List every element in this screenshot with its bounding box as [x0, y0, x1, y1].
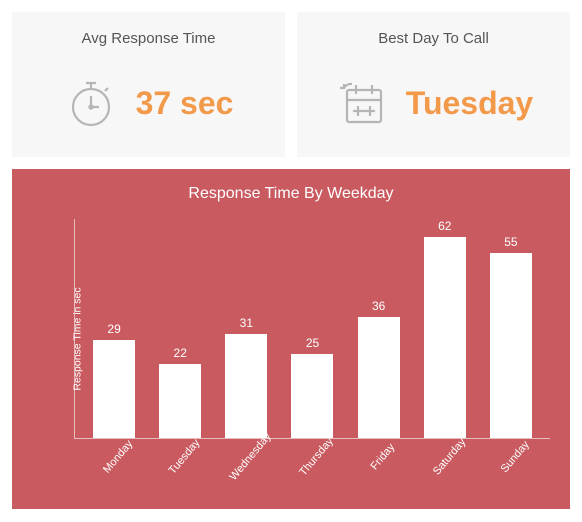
best-day-card: Best Day To Call Tuesday: [297, 12, 570, 157]
best-day-value: Tuesday: [406, 85, 533, 122]
bar-value-label: 31: [240, 316, 253, 330]
chart-bar: 55: [478, 219, 544, 438]
bar-rect: [490, 253, 532, 438]
chart-bar: 62: [412, 219, 478, 438]
bar-rect: [424, 237, 466, 438]
stat-cards-row: Avg Response Time 37 sec Best Day To Cal…: [12, 12, 570, 157]
avg-response-card: Avg Response Time 37 sec: [12, 12, 285, 157]
calendar-refresh-icon: [334, 76, 388, 130]
bar-value-label: 22: [174, 346, 187, 360]
chart-title: Response Time By Weekday: [12, 169, 570, 209]
bar-rect: [225, 334, 267, 438]
avg-response-title: Avg Response Time: [82, 30, 216, 47]
bar-value-label: 62: [438, 219, 451, 233]
bar-rect: [93, 340, 135, 438]
bar-rect: [358, 317, 400, 438]
bar-value-label: 29: [107, 322, 120, 336]
chart-bar: 29: [81, 219, 147, 438]
bar-value-label: 36: [372, 299, 385, 313]
chart-bar: 31: [213, 219, 279, 438]
chart-xlabels: MondayTuesdayWednesdayThursdayFridaySatu…: [74, 443, 550, 499]
bar-value-label: 55: [504, 235, 517, 249]
weekday-chart-panel: Response Time By Weekday Response Time i…: [12, 169, 570, 509]
chart-bars: 29 22 31 25 36 62 55: [75, 219, 550, 438]
bar-rect: [291, 354, 333, 438]
chart-plot-area: 29 22 31 25 36 62 55: [74, 219, 550, 439]
bar-rect: [159, 364, 201, 438]
chart-bar: 25: [279, 219, 345, 438]
avg-response-body: 37 sec: [64, 61, 234, 145]
best-day-body: Tuesday: [334, 61, 533, 145]
avg-response-value: 37 sec: [136, 85, 234, 122]
chart-bar: 22: [147, 219, 213, 438]
chart-bar: 36: [346, 219, 412, 438]
chart-xlabel: Monday: [80, 443, 146, 499]
bar-value-label: 25: [306, 336, 319, 350]
best-day-title: Best Day To Call: [378, 30, 489, 47]
stopwatch-icon: [64, 76, 118, 130]
